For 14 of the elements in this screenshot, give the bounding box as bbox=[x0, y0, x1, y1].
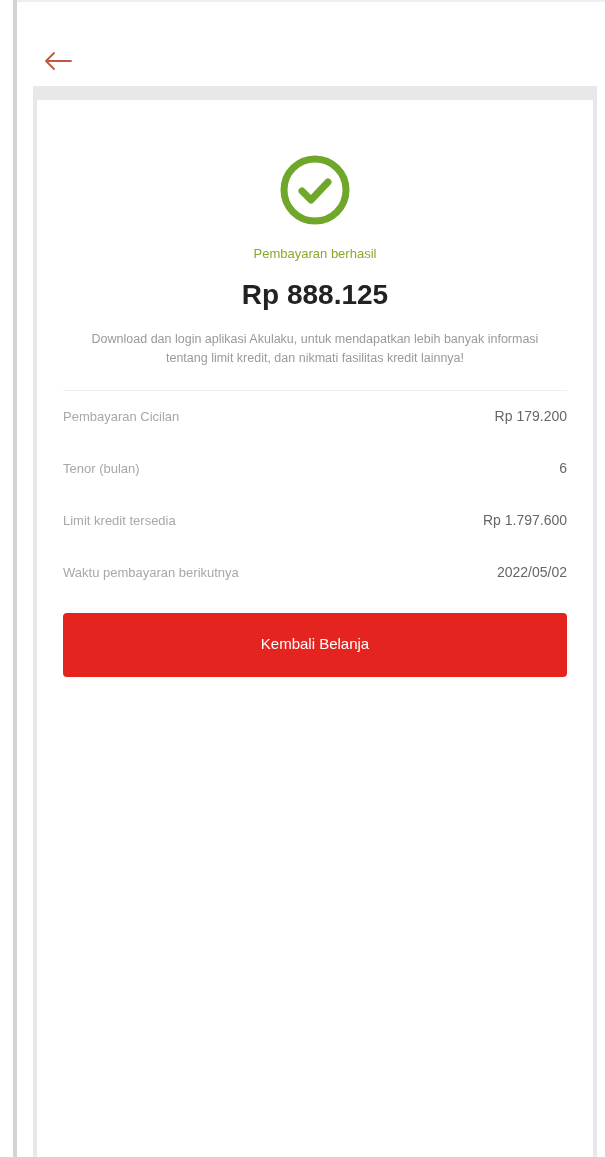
back-icon bbox=[43, 50, 73, 72]
detail-label: Tenor (bulan) bbox=[63, 459, 140, 478]
check-circle-icon bbox=[279, 154, 351, 226]
detail-value: 2022/05/02 bbox=[496, 563, 567, 582]
amount-text: Rp 888.125 bbox=[241, 277, 389, 312]
back-to-shop-button[interactable]: Kembali Belanja bbox=[63, 612, 567, 677]
detail-value: Rp 179.200 bbox=[494, 407, 567, 426]
detail-label: Waktu pembayaran berikutnya bbox=[63, 563, 239, 582]
detail-label: Limit kredit tersedia bbox=[63, 511, 176, 530]
info-text: Download dan login aplikasi Akulaku, untuk mendapatkan lebih banyak informasi tentang limit kredit, dan nikmati fasilitas kredit lainnya! bbox=[90, 330, 540, 367]
detail-value: 6 bbox=[559, 459, 567, 478]
status-title: Pembayaran berhasil bbox=[253, 245, 377, 263]
detail-label: Pembayaran Cicilan bbox=[63, 407, 180, 426]
detail-value: Rp 1.797.600 bbox=[482, 511, 567, 530]
